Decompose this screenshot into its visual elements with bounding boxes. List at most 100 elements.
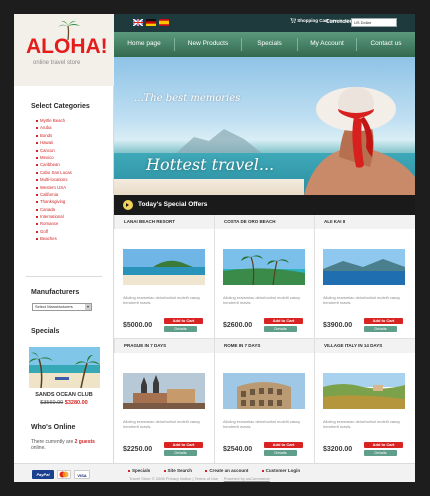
footer-link-create-account[interactable]: Create an account xyxy=(205,468,248,473)
offers-title: Today's Special Offers xyxy=(138,201,208,208)
hero-mountain xyxy=(174,129,264,155)
special-prices: $3560.00 $3280.00 xyxy=(14,400,114,406)
add-to-cart-button[interactable]: Add to Cart xyxy=(364,442,403,448)
footer-link-customer-login[interactable]: Customer Login xyxy=(262,468,301,473)
category-list: Myrtle Beach Aruba Bonds Hawaii Cancun Mexico… xyxy=(36,117,106,243)
visa-logo: VISA xyxy=(74,470,90,479)
divider xyxy=(114,338,415,339)
product-name[interactable]: VILLAGE ITALY IN 14 DAYS xyxy=(324,343,382,348)
category-link[interactable]: Western USA xyxy=(36,184,106,191)
details-button[interactable]: Details xyxy=(164,450,197,456)
online-suffix: online. xyxy=(31,445,46,451)
product-image[interactable] xyxy=(323,249,405,285)
product-header: VILLAGE ITALY IN 14 DAYS xyxy=(314,339,415,353)
category-link[interactable]: Multi-locations xyxy=(36,176,106,183)
cart-label: Shopping Cart xyxy=(297,18,329,23)
category-link[interactable]: Canada xyxy=(36,206,106,213)
product-card: VILLAGE ITALY IN 14 DAYS Aliciing erarsm… xyxy=(314,339,415,463)
add-to-cart-button[interactable]: Add to Cart xyxy=(364,318,403,324)
german-flag-icon[interactable] xyxy=(146,19,156,26)
product-image[interactable] xyxy=(123,249,205,285)
logo-text: ALOHA! xyxy=(26,35,108,58)
details-button[interactable]: Details xyxy=(264,326,297,332)
add-to-cart-button[interactable]: Add to Cart xyxy=(164,318,203,324)
powered-by-link[interactable]: Powered by osCommerce xyxy=(224,476,270,481)
product-price: $2600.00 xyxy=(223,322,253,329)
category-link[interactable]: Bonds xyxy=(36,132,106,139)
category-link[interactable]: Aruba xyxy=(36,124,106,131)
product-name[interactable]: PRAGUE IN 7 DAYS xyxy=(124,343,166,348)
product-image[interactable] xyxy=(123,373,205,409)
logo-tagline: online travel store xyxy=(33,60,81,66)
category-link[interactable]: International xyxy=(36,213,106,220)
left-sidebar: ALOHA! online travel store Select Catego… xyxy=(14,14,114,482)
main-nav: Home page New Products Specials My Accou… xyxy=(114,32,415,57)
category-link[interactable]: California xyxy=(36,191,106,198)
category-link[interactable]: Myrtle Beach xyxy=(36,117,106,124)
product-description: Aliciing erarsmiac delorfocibul molelti … xyxy=(323,295,401,305)
nav-new-products[interactable]: New Products xyxy=(175,32,241,57)
divider xyxy=(26,276,102,277)
product-name[interactable]: COSTA DE ORO BEACH xyxy=(224,219,276,224)
online-status-text: There currently are 2 guests online. xyxy=(31,439,106,451)
special-product-name[interactable]: SANDS OCEAN CLUB xyxy=(14,392,114,398)
special-new-price: $3280.00 xyxy=(64,400,88,406)
uk-flag-icon[interactable] xyxy=(133,19,143,26)
product-header: LANAI BEACH RESORT xyxy=(114,215,215,229)
special-product-image[interactable] xyxy=(29,347,100,388)
manufacturers-select[interactable]: Select Manufacturers ▾ xyxy=(32,303,92,311)
nav-home[interactable]: Home page xyxy=(114,32,174,57)
manufacturers-select-value: Select Manufacturers xyxy=(35,304,73,309)
nav-my-account[interactable]: My Account xyxy=(298,32,356,57)
product-price: $5000.00 xyxy=(123,322,153,329)
product-price: $2250.00 xyxy=(123,446,153,453)
add-to-cart-button[interactable]: Add to Cart xyxy=(164,442,203,448)
product-name[interactable]: ROME IN 7 DAYS xyxy=(224,343,260,348)
category-link[interactable]: Cabo San Lucas xyxy=(36,169,106,176)
footer-link-specials[interactable]: Specials xyxy=(128,468,150,473)
hero-sand xyxy=(114,179,304,195)
product-card: ALII KAI II Aliciing erarsmiac delorfoci… xyxy=(314,215,415,339)
spanish-flag-icon[interactable] xyxy=(159,19,169,26)
online-count: 2 guests xyxy=(74,439,95,445)
product-image[interactable] xyxy=(323,373,405,409)
product-card: COSTA DE ORO BEACH Aliciing erarsmiac de… xyxy=(214,215,315,339)
category-link[interactable]: Hawaii xyxy=(36,139,106,146)
category-link[interactable]: Romance xyxy=(36,220,106,227)
category-link[interactable]: Caribbean xyxy=(36,161,106,168)
category-link[interactable]: Thanksgiving xyxy=(36,198,106,205)
nav-specials[interactable]: Specials xyxy=(242,32,297,57)
hero-tagline: ...The best memories xyxy=(134,93,241,104)
add-to-cart-button[interactable]: Add to Cart xyxy=(264,442,303,448)
logo-area[interactable]: ALOHA! online travel store xyxy=(14,14,114,86)
products-grid: LANAI BEACH RESORT Aliciing erarsmiac de… xyxy=(114,215,415,463)
currency-select[interactable]: US Dollar xyxy=(351,18,397,27)
details-button[interactable]: Details xyxy=(364,326,397,332)
paypal-logo: PayPal xyxy=(32,470,54,479)
category-link[interactable]: Beaches xyxy=(36,235,106,242)
product-name[interactable]: LANAI BEACH RESORT xyxy=(124,219,175,224)
nav-contact[interactable]: Contact us xyxy=(357,32,415,57)
mastercard-logo xyxy=(57,470,71,479)
product-description: Aliciing erarsmiac delorfocibul molelti … xyxy=(123,295,201,305)
category-link[interactable]: Cancun xyxy=(36,147,106,154)
category-link[interactable]: Golf xyxy=(36,228,106,235)
details-button[interactable]: Details xyxy=(264,450,297,456)
product-price: $2540.00 xyxy=(223,446,253,453)
special-old-price: $3560.00 xyxy=(40,400,64,406)
footer-link-site-search[interactable]: Site Search xyxy=(164,468,193,473)
product-description: Aliciing erarsmiac delorfocibul molelti … xyxy=(223,295,301,305)
details-button[interactable]: Details xyxy=(364,450,397,456)
add-to-cart-button[interactable]: Add to Cart xyxy=(264,318,303,324)
product-header: ALII KAI II xyxy=(314,215,415,229)
product-image[interactable] xyxy=(223,249,305,285)
product-name[interactable]: ALII KAI II xyxy=(324,219,345,224)
manufacturers-heading: Manufacturers xyxy=(31,289,80,296)
divider xyxy=(214,215,215,463)
category-link[interactable]: Mexico xyxy=(36,154,106,161)
product-header: ROME IN 7 DAYS xyxy=(214,339,315,353)
product-image[interactable] xyxy=(223,373,305,409)
footer-links: Specials Site Search Create an account C… xyxy=(128,468,312,473)
offers-bar: Today's Special Offers xyxy=(114,195,415,215)
details-button[interactable]: Details xyxy=(164,326,197,332)
